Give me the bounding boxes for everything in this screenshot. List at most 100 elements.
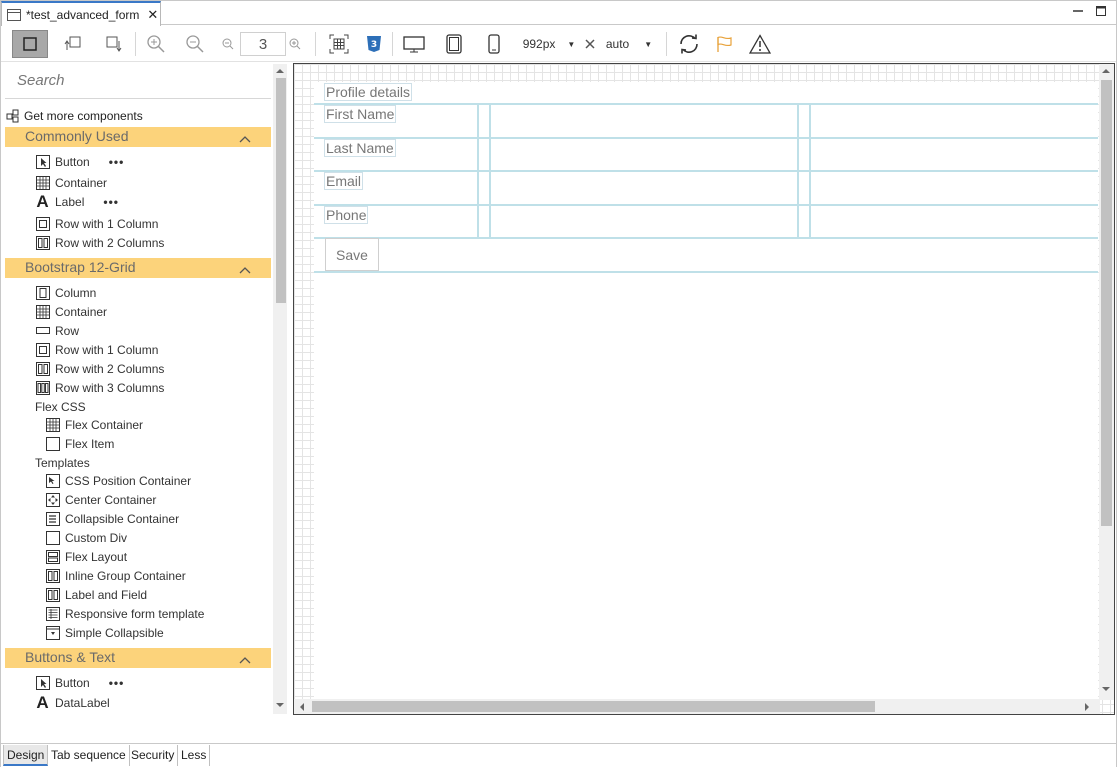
flex-layout-icon (45, 549, 60, 564)
more-options-icon[interactable]: ••• (109, 676, 125, 690)
canvas-vertical-scrollbar-thumb[interactable] (1101, 80, 1112, 526)
palette-item-label: Row with 2 Columns (55, 235, 165, 250)
tab-less[interactable]: Less (178, 745, 211, 766)
tab-security[interactable]: Security (128, 745, 179, 766)
category-bootstrap-12-grid[interactable]: Bootstrap 12-Grid (5, 258, 271, 278)
email-label[interactable]: Email (324, 172, 364, 190)
form-title-label[interactable]: Profile details (324, 83, 413, 101)
palette-item-collapsible-container[interactable]: Collapsible Container (45, 511, 179, 526)
palette-item-datalabel[interactable]: A DataLabel (35, 692, 109, 712)
move-up-icon[interactable] (61, 30, 87, 58)
row-one-column-icon (35, 216, 50, 231)
chevron-down-icon: ▼ (567, 39, 576, 49)
palette-search-input[interactable]: Search (5, 66, 271, 99)
move-down-icon[interactable] (100, 30, 126, 58)
desktop-icon[interactable] (402, 30, 426, 58)
palette-item-row-2-col[interactable]: Row with 2 Columns (35, 361, 164, 376)
zoom-in-icon[interactable] (144, 30, 168, 58)
group-templates[interactable]: Templates (35, 456, 90, 470)
refresh-icon[interactable] (676, 30, 702, 58)
palette-item-row-2-col[interactable]: Row with 2 Columns (35, 235, 164, 250)
svg-text:3: 3 (371, 40, 377, 50)
palette-item-flex-container[interactable]: Flex Container (45, 417, 143, 432)
scroll-down-icon[interactable] (1102, 686, 1110, 692)
width-dropdown[interactable]: 992px ▼ (519, 30, 579, 58)
scroll-up-icon[interactable] (276, 68, 284, 74)
tablet-icon[interactable] (443, 30, 465, 58)
phone-icon[interactable] (484, 30, 504, 58)
chevron-up-icon (239, 261, 251, 277)
form-page[interactable]: Profile details First Name Last Name Ema… (314, 82, 1098, 700)
bottom-tab-bar: Design Tab sequence Security Less (1, 743, 1116, 767)
button-icon (35, 675, 50, 690)
editor-tab[interactable]: *test_advanced_form ✕ (1, 1, 161, 26)
palette-item-column[interactable]: Column (35, 285, 96, 300)
row-one-column-icon (35, 342, 50, 357)
form-template-icon (45, 606, 60, 621)
zoom-increase-icon[interactable] (288, 30, 302, 58)
palette-item-label-and-field[interactable]: Label and Field (45, 587, 147, 602)
warning-icon[interactable] (748, 30, 772, 58)
select-mode-button[interactable] (12, 30, 48, 58)
palette-item-container[interactable]: Container (35, 175, 107, 190)
palette-item-container[interactable]: Container (35, 304, 107, 319)
palette-item-simple-collapsible[interactable]: Simple Collapsible (45, 625, 164, 640)
zoom-decrease-icon[interactable] (221, 30, 235, 58)
tab-tab-sequence[interactable]: Tab sequence (48, 745, 130, 766)
row-two-columns-icon (35, 235, 50, 250)
category-commonly-used[interactable]: Commonly Used (5, 127, 271, 147)
collapsible-icon (45, 511, 60, 526)
zoom-level-input[interactable]: 3 (240, 32, 286, 56)
palette-item-center-container[interactable]: Center Container (45, 492, 156, 507)
fit-screen-icon[interactable] (327, 30, 351, 58)
row-icon (35, 323, 50, 338)
first-name-label[interactable]: First Name (324, 105, 397, 123)
last-name-label[interactable]: Last Name (324, 139, 396, 157)
design-canvas[interactable]: Profile details First Name Last Name Ema… (293, 63, 1115, 715)
palette-item-row-1-col[interactable]: Row with 1 Column (35, 216, 158, 231)
palette-item-button[interactable]: Button ••• (35, 154, 124, 169)
palette-item-label-text: Label (55, 194, 85, 209)
scroll-right-icon[interactable] (1084, 703, 1090, 711)
palette-item-label[interactable]: A Label ••• (35, 192, 119, 211)
palette-item-custom-div[interactable]: Custom Div (45, 530, 127, 545)
palette-item-row-3-col[interactable]: Row with 3 Columns (35, 380, 164, 395)
palette-item-flex-layout[interactable]: Flex Layout (45, 549, 127, 564)
palette-item-responsive-form-template[interactable]: Responsive form template (45, 606, 204, 621)
tab-design[interactable]: Design (3, 745, 49, 766)
palette-item-inline-group-container[interactable]: Inline Group Container (45, 568, 186, 583)
canvas-horizontal-scrollbar-thumb[interactable] (312, 701, 875, 712)
more-options-icon[interactable]: ••• (109, 155, 125, 169)
css3-icon[interactable]: 3 (363, 30, 385, 58)
height-dropdown[interactable]: auto ▼ (604, 30, 654, 58)
label-a-icon: A (36, 692, 49, 712)
category-label: Bootstrap 12-Grid (25, 259, 136, 275)
palette-item-flex-item[interactable]: Flex Item (45, 436, 114, 451)
more-options-icon[interactable]: ••• (103, 195, 119, 209)
category-buttons-text[interactable]: Buttons & Text (5, 648, 271, 668)
group-flex-css[interactable]: Flex CSS (35, 400, 86, 414)
maximize-icon[interactable] (1095, 5, 1107, 17)
button-icon (35, 154, 50, 169)
zoom-out-icon[interactable] (183, 30, 207, 58)
app-window: *test_advanced_form ✕ 3 3 992px ▼ auto ▼… (0, 0, 1117, 767)
minimize-icon[interactable] (1072, 5, 1084, 17)
phone-label[interactable]: Phone (324, 206, 369, 224)
editor-tab-title: *test_advanced_form (26, 7, 140, 22)
palette-scrollbar-thumb[interactable] (276, 78, 286, 303)
save-button[interactable]: Save (325, 238, 379, 271)
flag-icon[interactable] (714, 30, 734, 58)
scroll-up-icon[interactable] (1102, 68, 1110, 74)
palette-item-css-position-container[interactable]: CSS Position Container (45, 473, 191, 488)
chevron-down-icon: ▼ (644, 39, 653, 49)
palette-item-row[interactable]: Row (35, 323, 79, 338)
close-icon[interactable]: ✕ (147, 7, 158, 23)
scroll-left-icon[interactable] (299, 703, 305, 711)
scroll-down-icon[interactable] (276, 702, 284, 708)
get-more-components-link[interactable]: Get more components (5, 108, 143, 123)
width-value: 992px (522, 37, 556, 51)
palette-item-label: Row with 1 Column (55, 342, 159, 357)
palette-item-label: Container (55, 175, 108, 190)
palette-item-button[interactable]: Button ••• (35, 675, 124, 690)
palette-item-row-1-col[interactable]: Row with 1 Column (35, 342, 158, 357)
